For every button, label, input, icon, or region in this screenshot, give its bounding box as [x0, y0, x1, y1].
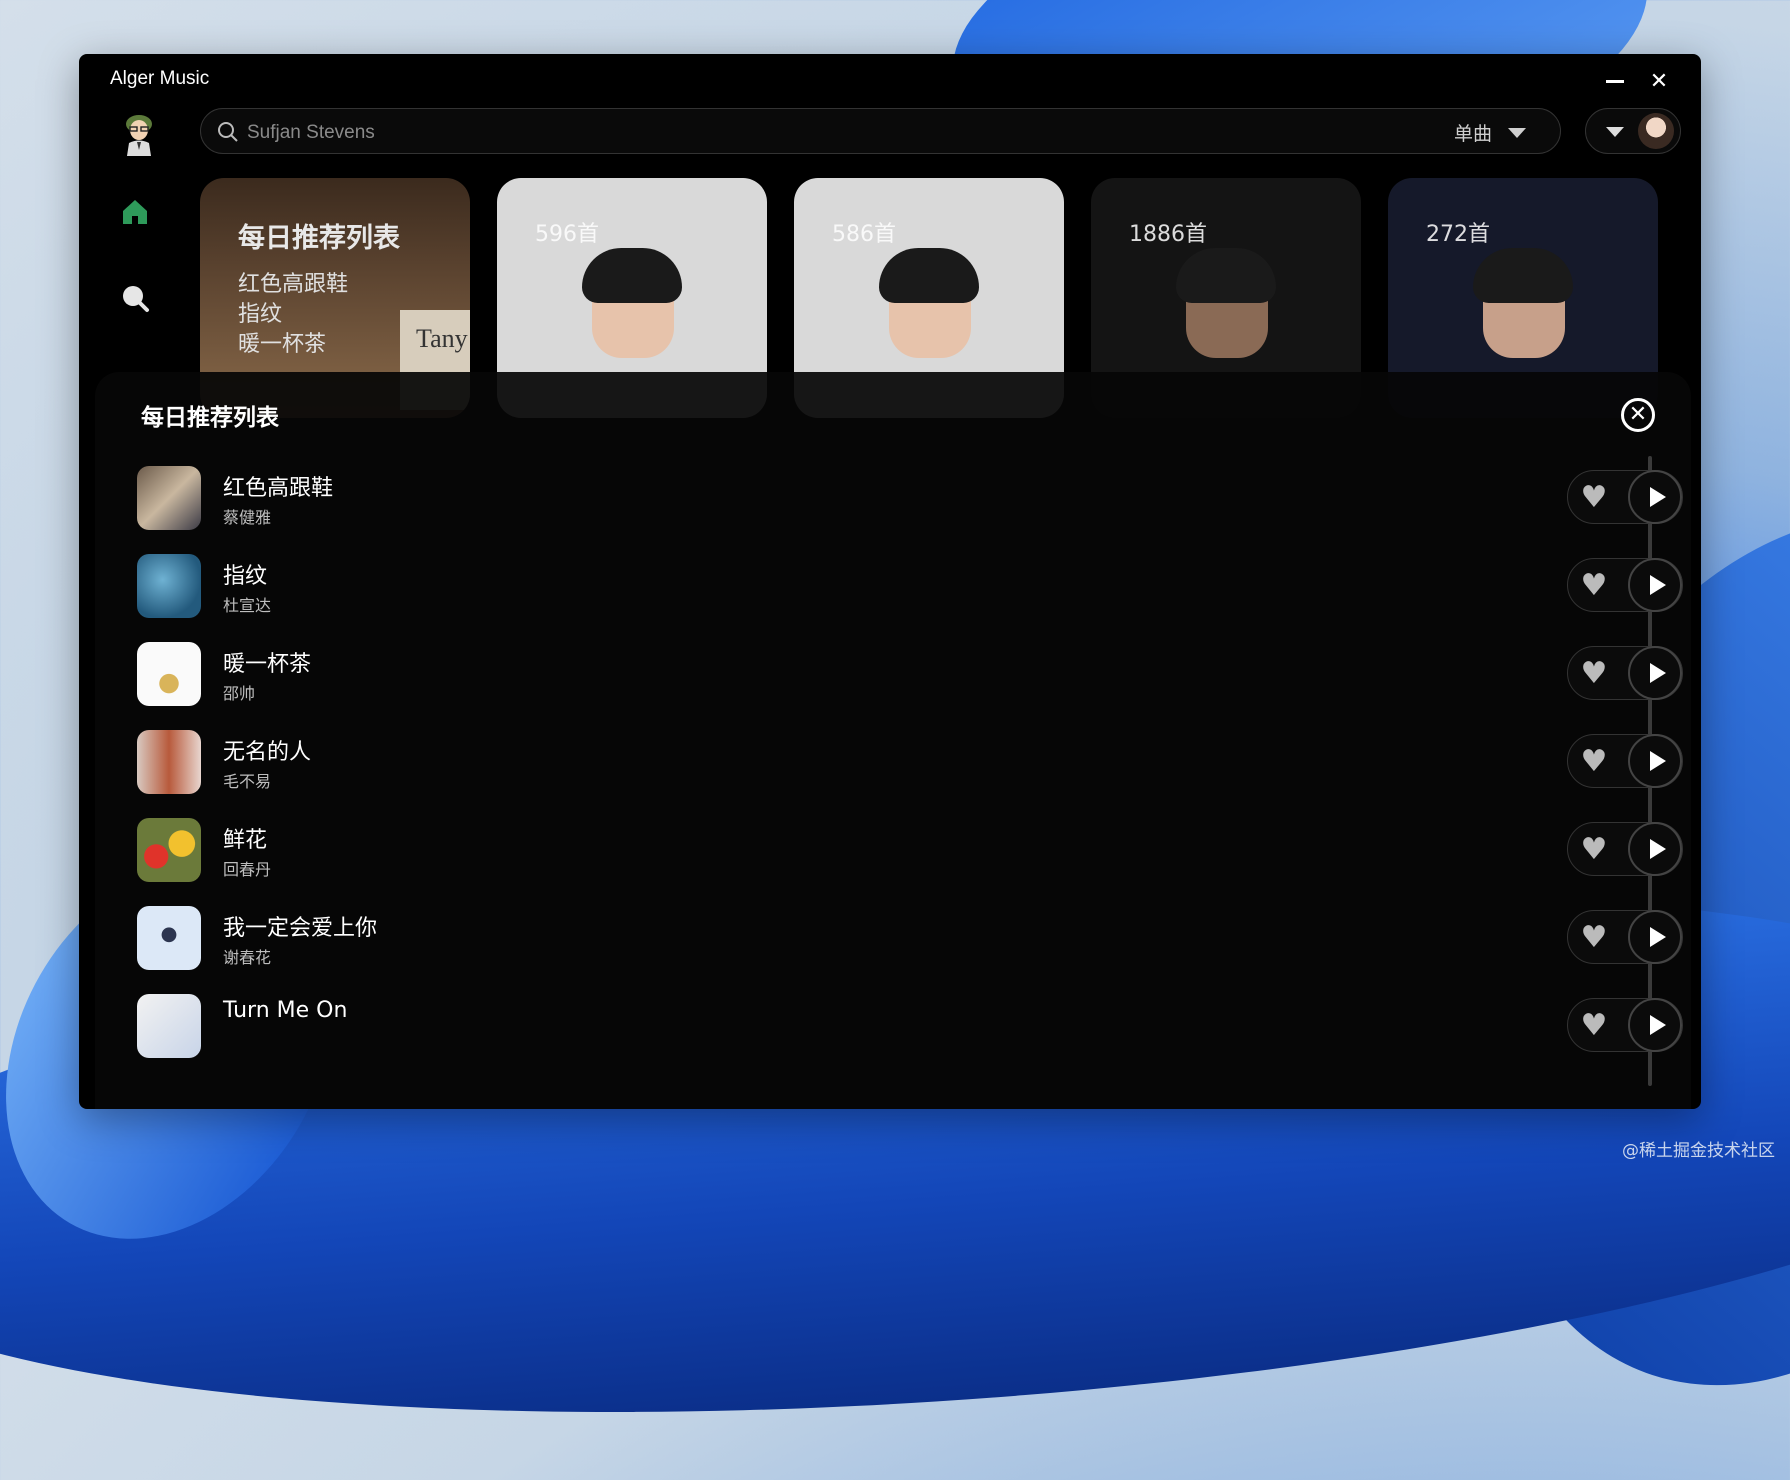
album-cover: [137, 906, 201, 970]
song-row[interactable]: 暖一杯茶 邵帅 ♥: [137, 636, 1683, 716]
album-cover: [137, 994, 201, 1058]
song-row[interactable]: Turn Me On ♥: [137, 988, 1683, 1068]
play-icon[interactable]: [1628, 470, 1682, 524]
chevron-down-icon: [1508, 127, 1526, 138]
title-bar[interactable]: Alger Music ✕: [79, 54, 1701, 104]
song-artist: 毛不易: [223, 772, 272, 791]
search-icon[interactable]: [119, 282, 151, 314]
song-name: 指纹: [223, 564, 268, 589]
album-cover: [137, 466, 201, 530]
card-line: 暖一杯茶: [238, 332, 327, 357]
playlist-count: 596首: [535, 222, 599, 247]
play-icon[interactable]: [1628, 910, 1682, 964]
search-type-label: 单曲: [1453, 123, 1492, 145]
album-cover: [137, 642, 201, 706]
play-icon[interactable]: [1628, 822, 1682, 876]
search-type-select[interactable]: 单曲: [1454, 119, 1526, 146]
playlist-count: 272首: [1426, 222, 1490, 247]
artist-hair: [879, 248, 979, 303]
play-icon[interactable]: [1628, 646, 1682, 700]
app-logo-avatar[interactable]: [121, 110, 157, 156]
card-line: 红色高跟鞋: [238, 272, 349, 297]
user-menu-button[interactable]: [1585, 108, 1681, 154]
song-name: 鲜花: [223, 828, 268, 853]
album-cover: [137, 730, 201, 794]
search-input[interactable]: [245, 117, 1249, 149]
heart-icon[interactable]: ♥: [1578, 658, 1610, 690]
song-artist: 蔡健雅: [223, 508, 272, 527]
card-title: 每日推荐列表: [238, 223, 400, 254]
song-actions: ♥: [1567, 470, 1683, 524]
song-actions: ♥: [1567, 998, 1683, 1052]
song-artist: 回春丹: [223, 860, 272, 879]
play-icon[interactable]: [1628, 558, 1682, 612]
chevron-down-icon: [1606, 127, 1624, 137]
search-icon: [218, 122, 238, 142]
song-artist: 杜宣达: [223, 596, 272, 615]
song-actions: ♥: [1567, 558, 1683, 612]
playlist-count: 586首: [832, 222, 896, 247]
play-icon[interactable]: [1628, 734, 1682, 788]
song-actions: ♥: [1567, 646, 1683, 700]
song-row[interactable]: 红色高跟鞋 蔡健雅 ♥: [137, 460, 1683, 540]
song-name: Turn Me On: [223, 998, 348, 1023]
playlist-count: 1886首: [1129, 222, 1207, 247]
heart-icon[interactable]: ♥: [1578, 570, 1610, 602]
song-row[interactable]: 我一定会爱上你 谢春花 ♥: [137, 900, 1683, 980]
heart-icon[interactable]: ♥: [1578, 746, 1610, 778]
song-name: 红色高跟鞋: [223, 476, 334, 501]
song-artist: 谢春花: [223, 948, 272, 967]
song-artist: 邵帅: [223, 684, 256, 703]
card-line: 指纹: [238, 302, 283, 327]
panel-title: 每日推荐列表: [141, 405, 279, 431]
user-avatar: [1638, 113, 1674, 149]
song-name: 我一定会爱上你: [223, 916, 378, 941]
heart-icon[interactable]: ♥: [1578, 1010, 1610, 1042]
heart-icon[interactable]: ♥: [1578, 922, 1610, 954]
daily-recommend-panel: 每日推荐列表 ✕ 红色高跟鞋 蔡健雅 ♥ 指纹 杜宣达 ♥ 暖一杯茶 邵帅 ♥ …: [95, 372, 1691, 1109]
artist-hair: [582, 248, 682, 303]
home-icon[interactable]: [119, 196, 151, 228]
song-name: 无名的人: [223, 740, 312, 765]
close-icon[interactable]: ✕: [1621, 398, 1655, 432]
minimize-button[interactable]: [1600, 66, 1630, 96]
artist-hair: [1176, 248, 1276, 303]
song-actions: ♥: [1567, 822, 1683, 876]
heart-icon[interactable]: ♥: [1578, 482, 1610, 514]
app-window: Alger Music ✕ 单曲 每日推荐列表 红色: [79, 54, 1701, 1109]
album-cover: [137, 554, 201, 618]
app-title: Alger Music: [110, 68, 210, 89]
song-row[interactable]: 指纹 杜宣达 ♥: [137, 548, 1683, 628]
heart-icon[interactable]: ♥: [1578, 834, 1610, 866]
play-icon[interactable]: [1628, 998, 1682, 1052]
artist-hair: [1473, 248, 1573, 303]
poster-text: Tany: [416, 324, 468, 353]
watermark: @稀土掘金技术社区: [1622, 1141, 1775, 1161]
close-window-button[interactable]: ✕: [1644, 66, 1674, 96]
album-cover: [137, 818, 201, 882]
song-actions: ♥: [1567, 910, 1683, 964]
song-name: 暖一杯茶: [223, 652, 312, 677]
search-bar[interactable]: 单曲: [200, 108, 1561, 154]
song-row[interactable]: 无名的人 毛不易 ♥: [137, 724, 1683, 804]
song-actions: ♥: [1567, 734, 1683, 788]
song-row[interactable]: 鲜花 回春丹 ♥: [137, 812, 1683, 892]
